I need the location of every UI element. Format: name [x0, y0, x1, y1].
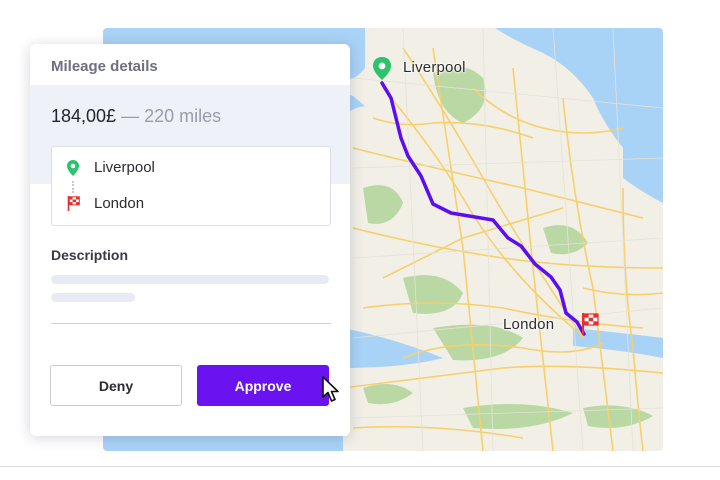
description-label: Description	[51, 247, 129, 263]
route-connector	[72, 181, 75, 193]
mileage-details-card: Mileage details 184,00£ — 220 miles Live…	[30, 44, 350, 436]
map-label-origin: Liverpool	[403, 59, 466, 76]
route-destination-row: London	[66, 195, 144, 212]
route-summary: Liverpool London	[51, 146, 331, 226]
mileage-amount: 184,00£ — 220 miles	[51, 106, 221, 127]
description-placeholder-line	[51, 275, 329, 284]
map-pin-icon	[66, 159, 80, 176]
approve-button[interactable]: Approve	[197, 365, 329, 406]
card-title: Mileage details	[30, 44, 350, 89]
deny-button[interactable]: Deny	[50, 365, 182, 406]
cursor-arrow-icon	[321, 376, 343, 409]
map-label-destination: London	[503, 316, 555, 333]
route-origin-label: Liverpool	[94, 159, 155, 176]
distance-value: — 220 miles	[116, 106, 222, 126]
route-destination-label: London	[94, 195, 145, 212]
route-origin-row: Liverpool	[66, 159, 155, 176]
amount-value: 184,00£	[51, 106, 117, 126]
card-divider	[51, 323, 331, 324]
checkered-flag-icon	[66, 196, 80, 211]
page-divider	[0, 466, 720, 467]
description-placeholder-line	[51, 293, 135, 302]
